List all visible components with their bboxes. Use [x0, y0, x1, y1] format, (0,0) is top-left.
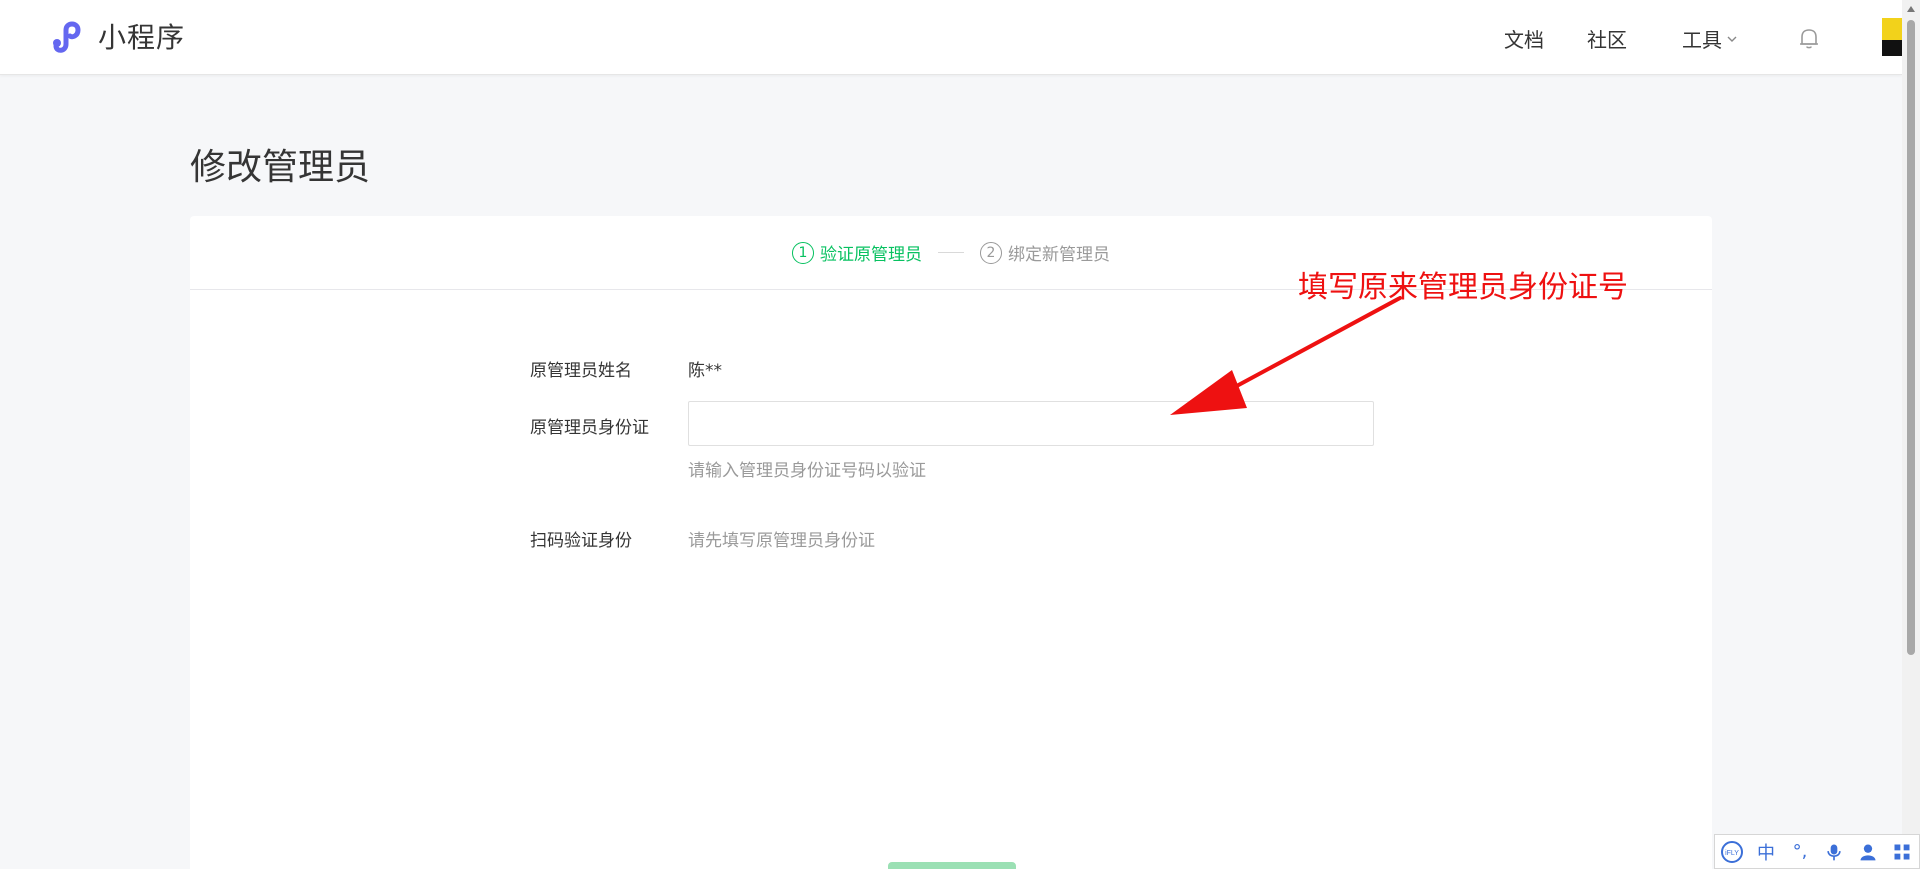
- miniprogram-logo-icon: [53, 21, 81, 53]
- step-1-number: 1: [792, 241, 814, 264]
- step-divider: [938, 252, 964, 253]
- brand[interactable]: 小程序: [48, 16, 185, 56]
- top-bar: 小程序 文档 社区 工具: [0, 0, 1918, 75]
- main-card: 1 验证原管理员 2 绑定新管理员 原管理员姓名 陈** 原管理员身份证 请输入…: [190, 216, 1712, 869]
- step-2-label: 绑定新管理员: [1008, 245, 1110, 265]
- svg-text:iFLY: iFLY: [1725, 850, 1739, 857]
- grid-icon[interactable]: [1890, 840, 1914, 864]
- nav-docs[interactable]: 文档: [1504, 24, 1544, 53]
- scroll-thumb[interactable]: [1907, 20, 1915, 655]
- name-value: 陈**: [688, 361, 722, 381]
- chevron-down-icon: [1727, 36, 1737, 42]
- ime-toolbar: iFLY 中 °,: [1714, 834, 1920, 869]
- annotation-arrow: [1170, 296, 1402, 415]
- brand-title: 小程序: [98, 21, 186, 54]
- nav-community[interactable]: 社区: [1587, 24, 1627, 53]
- name-label: 原管理员姓名: [530, 361, 632, 381]
- next-button[interactable]: [888, 862, 1016, 869]
- top-nav: 文档 社区 工具: [1302, 0, 1918, 75]
- step-1: 1 验证原管理员: [792, 240, 922, 265]
- user-icon[interactable]: [1856, 840, 1880, 864]
- id-label: 原管理员身份证: [530, 418, 649, 438]
- ime-ifly-icon[interactable]: iFLY: [1720, 840, 1744, 864]
- mic-icon[interactable]: [1822, 840, 1846, 864]
- bell-icon[interactable]: [1796, 25, 1822, 51]
- scan-label: 扫码验证身份: [530, 531, 632, 551]
- step-2: 2 绑定新管理员: [980, 240, 1110, 265]
- scroll-up-arrow-icon[interactable]: [1906, 4, 1916, 14]
- scan-hint: 请先填写原管理员身份证: [688, 531, 875, 551]
- ime-chinese-mode-icon[interactable]: 中: [1754, 840, 1778, 864]
- step-2-number: 2: [980, 241, 1002, 264]
- id-hint: 请输入管理员身份证号码以验证: [688, 461, 926, 481]
- nav-tools[interactable]: 工具: [1682, 24, 1738, 53]
- page-title: 修改管理员: [190, 147, 371, 188]
- nav-tools-label: 工具: [1682, 28, 1722, 52]
- step-1-label: 验证原管理员: [820, 245, 922, 265]
- page-scrollbar[interactable]: [1902, 0, 1920, 869]
- ime-punctuation-icon[interactable]: °,: [1788, 840, 1812, 864]
